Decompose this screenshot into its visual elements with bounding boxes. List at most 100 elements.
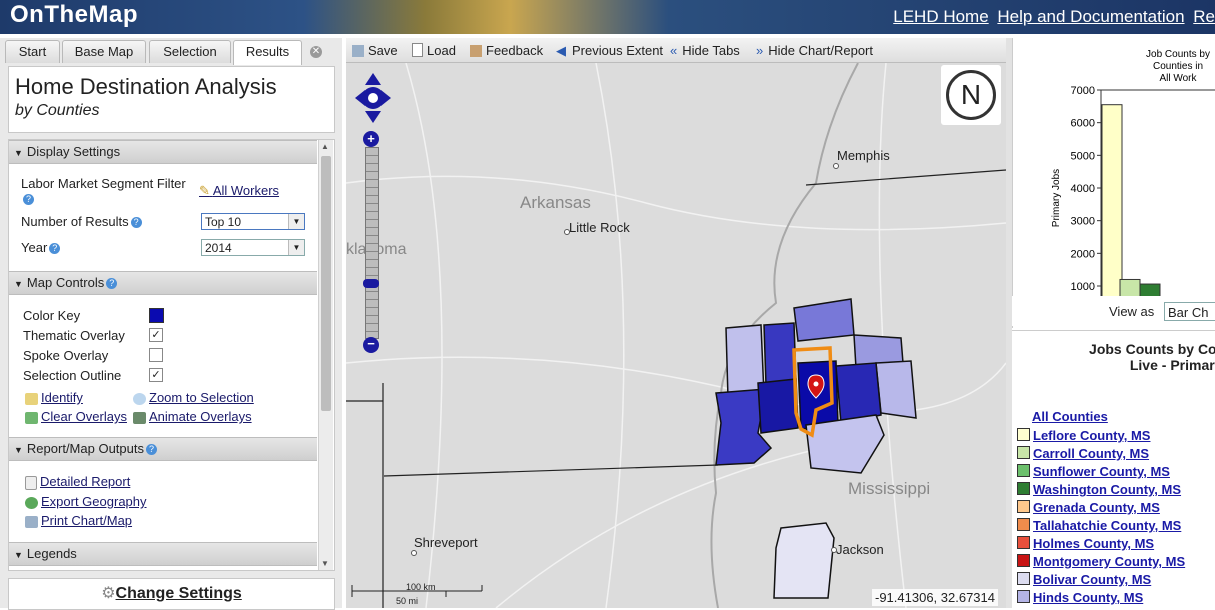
chart-title-line: All Work [1159, 73, 1197, 84]
list-item[interactable]: Holmes County, MS [1017, 536, 1154, 551]
help-icon[interactable]: ? [145, 444, 157, 456]
county-link[interactable]: Washington County, MS [1033, 482, 1181, 497]
analysis-title: Home Destination Analysis [15, 74, 277, 99]
y-tick-label: 3000 [1071, 216, 1095, 228]
list-item[interactable]: Grenada County, MS [1017, 500, 1160, 515]
identify-icon [25, 392, 38, 405]
save-button[interactable]: Save [352, 43, 398, 58]
y-tick-label: 2000 [1071, 248, 1095, 260]
county-link[interactable]: Bolivar County, MS [1033, 572, 1151, 587]
list-item[interactable]: Tallahatchie County, MS [1017, 518, 1181, 533]
legends-header[interactable]: ▼ Legends [9, 542, 317, 566]
y-tick-label: 6000 [1071, 118, 1095, 130]
load-button[interactable]: Load [412, 43, 456, 58]
scroll-down-icon[interactable]: ▼ [321, 559, 329, 568]
scroll-up-icon[interactable]: ▲ [321, 142, 329, 151]
document-icon [412, 43, 423, 57]
list-item[interactable]: Montgomery County, MS [1017, 554, 1185, 569]
y-tick-label: 7000 [1071, 85, 1095, 97]
map-controls-header[interactable]: ▼ Map Controls? [9, 271, 317, 295]
settings-scrollbar[interactable]: ▲ ▼ [318, 140, 333, 570]
county-link[interactable]: Montgomery County, MS [1033, 554, 1185, 569]
help-icon[interactable]: ? [130, 217, 142, 229]
tab-results[interactable]: Results [233, 40, 302, 65]
display-settings-header[interactable]: ▼ Display Settings [9, 140, 317, 164]
previous-extent-button[interactable]: ◀ Previous Extent [556, 43, 663, 59]
animate-overlays-link[interactable]: Animate Overlays [133, 409, 252, 424]
scrollbar-thumb[interactable] [321, 156, 331, 411]
hide-tabs-button[interactable]: «Hide Tabs [670, 43, 740, 58]
change-settings-link[interactable]: Change Settings [116, 585, 242, 602]
county-link[interactable]: Grenada County, MS [1033, 500, 1160, 515]
analysis-title-box: Home Destination Analysis by Counties [8, 66, 335, 133]
all-workers-link[interactable]: ✎ All Workers [199, 183, 279, 199]
zoom-to-selection-link[interactable]: Zoom to Selection [133, 390, 254, 405]
legend-swatch [1017, 428, 1030, 441]
county-link[interactable]: Holmes County, MS [1033, 536, 1154, 551]
county-link[interactable]: Tallahatchie County, MS [1033, 518, 1181, 533]
help-icon[interactable]: ? [49, 243, 61, 255]
detailed-report-link[interactable]: Detailed Report [25, 474, 130, 490]
clear-overlays-link[interactable]: Clear Overlays [25, 409, 127, 424]
feedback-button[interactable]: Feedback [470, 43, 543, 58]
collapse-triangle-icon: ▼ [14, 279, 23, 289]
hide-chart-button[interactable]: » Hide Chart/Report [756, 43, 873, 58]
spoke-overlay-checkbox[interactable] [149, 348, 163, 362]
svg-text:Little Rock: Little Rock [569, 220, 630, 235]
selection-outline-checkbox[interactable]: ✓ [149, 368, 163, 382]
list-item[interactable]: Leflore County, MS [1017, 428, 1150, 443]
coordinate-readout: -91.41306, 32.67314 [872, 589, 998, 606]
color-key-label: Color Key [23, 308, 81, 323]
left-panel: Start Base Map Selection Results ✕ Home … [0, 38, 342, 610]
view-as-label: View as [1109, 304, 1155, 319]
chart-title-line: Job Counts by [1146, 49, 1210, 60]
list-item[interactable]: Washington County, MS [1017, 482, 1181, 497]
legend-swatch [1017, 536, 1030, 549]
svg-text:100 km: 100 km [406, 582, 436, 592]
help-link[interactable]: Help and Documentation [997, 7, 1184, 26]
county-link[interactable]: Sunflower County, MS [1033, 464, 1170, 479]
printer-icon [25, 515, 38, 528]
help-icon[interactable]: ? [106, 278, 118, 290]
year-select[interactable]: 2014 ▼ [201, 239, 305, 256]
print-chart-link[interactable]: Print Chart/Map [25, 513, 132, 528]
tab-start[interactable]: Start [5, 40, 60, 63]
list-item[interactable]: Carroll County, MS [1017, 446, 1149, 461]
help-icon[interactable]: ? [23, 194, 34, 206]
collapse-triangle-icon: ▼ [14, 148, 23, 158]
report-outputs-header[interactable]: ▼ Report/Map Outputs? [9, 437, 317, 461]
county-link[interactable]: Carroll County, MS [1033, 446, 1149, 461]
all-counties-link[interactable]: All Counties [1032, 409, 1108, 424]
identify-link[interactable]: Identify [25, 390, 83, 405]
tab-selection[interactable]: Selection [149, 40, 231, 63]
pan-control[interactable] [355, 73, 391, 123]
zoom-slider[interactable]: + − [363, 131, 379, 353]
legend-swatch [1017, 572, 1030, 585]
list-item[interactable]: Hinds County, MS [1017, 590, 1143, 605]
color-key-swatch[interactable] [149, 308, 164, 323]
y-axis-label: Primary Jobs [1051, 169, 1062, 227]
re-link[interactable]: Re [1193, 7, 1215, 26]
zoom-in-icon[interactable]: + [363, 131, 379, 147]
svg-text:50 mi: 50 mi [396, 596, 418, 606]
map-canvas[interactable]: Memphis Arkansas Little Rock klahoma Mis… [346, 63, 1006, 608]
list-item[interactable]: Sunflower County, MS [1017, 464, 1170, 479]
number-results-select[interactable]: Top 10 ▼ [201, 213, 305, 230]
tab-base-map[interactable]: Base Map [62, 40, 146, 63]
svg-text:Memphis: Memphis [837, 148, 890, 163]
close-tab-icon[interactable]: ✕ [310, 46, 322, 58]
zoom-thumb[interactable] [363, 279, 379, 288]
legend-swatch [1017, 500, 1030, 513]
thematic-overlay-checkbox[interactable]: ✓ [149, 328, 163, 342]
view-as-select[interactable]: Bar Ch [1164, 302, 1215, 321]
film-icon [133, 411, 146, 424]
list-item[interactable]: Bolivar County, MS [1017, 572, 1151, 587]
zoom-out-icon[interactable]: − [363, 337, 379, 353]
county-link[interactable]: Hinds County, MS [1033, 590, 1143, 605]
svg-text:Mississippi: Mississippi [848, 479, 930, 498]
county-link[interactable]: Leflore County, MS [1033, 428, 1150, 443]
number-results-label: Number of Results? [21, 214, 142, 229]
export-geography-link[interactable]: Export Geography [25, 494, 147, 509]
lehd-home-link[interactable]: LEHD Home [893, 7, 988, 26]
zoom-track[interactable] [365, 147, 379, 339]
